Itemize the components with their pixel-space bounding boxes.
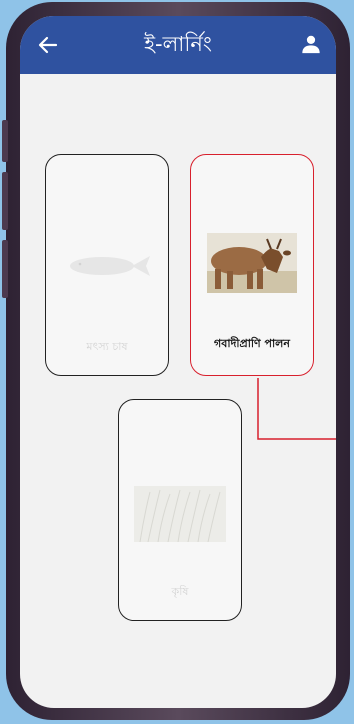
category-card-agriculture[interactable]: কৃষি [118,399,242,621]
fish-image [70,256,150,276]
phone-side-button [2,172,8,230]
category-label: মৎস্য চাষ [86,340,128,353]
phone-side-button [2,240,8,298]
category-card-fish[interactable]: মৎস্য চাষ [45,154,169,376]
rice-field-image [134,486,226,542]
app-screen: ই-লার্নিং মৎস্য চাষ গবাদীপ্রাণি পালন কৃষ… [20,16,336,708]
category-label: গবাদীপ্রাণি পালন [214,337,290,350]
category-card-cow[interactable]: গবাদীপ্রাণি পালন [190,154,314,376]
category-label: কৃষি [171,585,189,598]
phone-side-button [2,120,8,162]
cow-image [207,233,297,293]
